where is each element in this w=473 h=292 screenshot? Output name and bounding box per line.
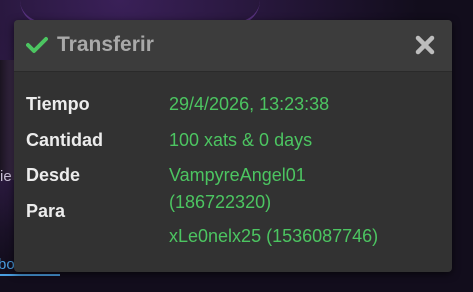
- check-icon: [26, 37, 48, 53]
- label-tiempo: Tiempo: [26, 94, 90, 114]
- dialog-header: Transferir: [14, 20, 452, 72]
- transfer-dialog: Transferir Tiempo 29/4/2026, 13:23:38 Ca…: [14, 20, 452, 272]
- value-cantidad: 100 xats & 0 days: [169, 130, 313, 150]
- background-partial-text: ie: [0, 168, 12, 185]
- value-para: xLe0nelx25 (1536087746): [169, 226, 379, 246]
- close-icon[interactable]: [414, 34, 436, 56]
- label-desde: Desde: [26, 165, 81, 185]
- value-desde-name: VampyreAngel01: [169, 165, 306, 185]
- background-edge: [0, 60, 14, 180]
- label-para: Para: [26, 201, 66, 221]
- value-desde-id: (186722320): [169, 192, 272, 212]
- dialog-title: Transferir: [57, 33, 154, 56]
- label-cantidad: Cantidad: [26, 130, 104, 150]
- value-tiempo: 29/4/2026, 13:23:38: [169, 94, 330, 114]
